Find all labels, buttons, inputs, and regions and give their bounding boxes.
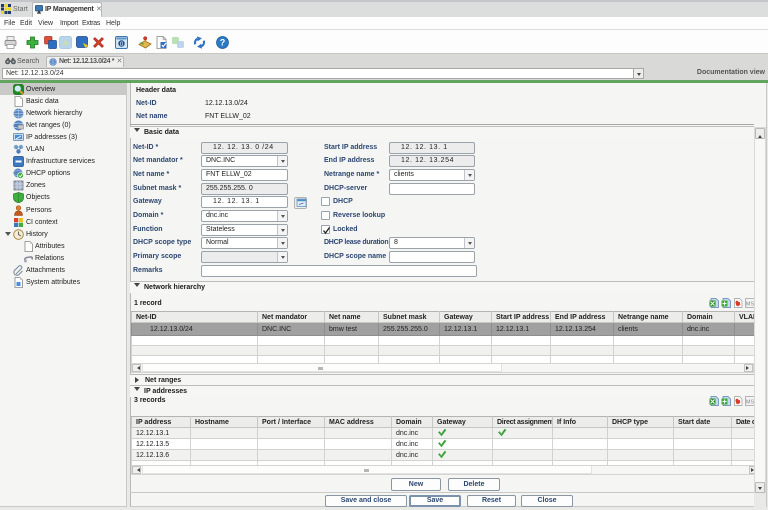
- svg-text:?: ?: [220, 38, 226, 48]
